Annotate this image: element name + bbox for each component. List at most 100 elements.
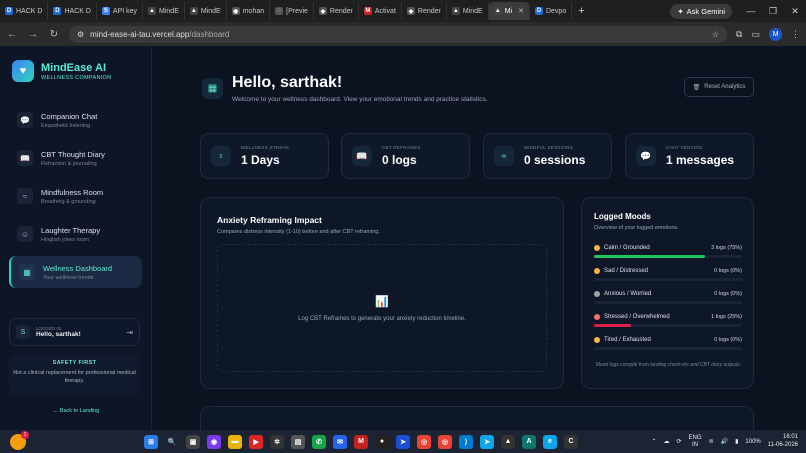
profile-avatar[interactable]: M bbox=[769, 27, 782, 41]
gmail-icon[interactable]: M bbox=[354, 434, 368, 449]
mood-bar-fill bbox=[594, 324, 631, 327]
nav-item-label: Companion Chat bbox=[41, 111, 98, 121]
settings-icon[interactable]: ✲ bbox=[270, 434, 284, 449]
page-subtitle: Welcome to your wellness dashboard. View… bbox=[232, 96, 488, 103]
stat-label: CBT REFRAMES bbox=[382, 145, 421, 150]
reload-icon[interactable]: ↻ bbox=[48, 29, 60, 40]
ask-gemini-label: Ask Gemini bbox=[686, 6, 725, 16]
menu-kebab-icon[interactable]: ⋮ bbox=[791, 29, 800, 40]
stat-icon: ♀ bbox=[211, 146, 231, 166]
mood-item: Stressed / Overwhelmed 1 logs (25%) bbox=[594, 314, 742, 327]
date: 11-06-2026 bbox=[767, 441, 798, 448]
app-a-icon[interactable]: A bbox=[522, 434, 536, 449]
logout-icon[interactable]: ⇥ bbox=[126, 328, 133, 337]
ask-gemini-button[interactable]: ✦ Ask Gemini bbox=[670, 3, 732, 19]
nav-item-sublabel: Your wellness trends bbox=[43, 274, 94, 281]
url-field[interactable]: ⚙ mind-ease-ai-tau.vercel.app/dashboard … bbox=[69, 25, 728, 43]
sidebar-item-laughter-therapy[interactable]: ☺ Laughter Therapy Hinglish jokes room bbox=[9, 218, 142, 250]
folder-icon[interactable]: ▤ bbox=[291, 434, 305, 449]
vercel-icon[interactable]: ▲ bbox=[501, 434, 515, 449]
chevron-up-icon[interactable]: ⌃ bbox=[651, 438, 656, 445]
restore-icon[interactable]: ❐ bbox=[762, 6, 784, 17]
minimize-icon[interactable]: — bbox=[740, 6, 762, 16]
browser-tab[interactable]: ▲ MindE bbox=[185, 2, 227, 20]
browser-tab[interactable]: ▲ Mi ✕ bbox=[488, 2, 530, 20]
close-tab-icon[interactable]: ✕ bbox=[518, 7, 524, 15]
start-icon[interactable]: ⊞ bbox=[144, 434, 158, 449]
moods-title: Logged Moods bbox=[594, 212, 651, 221]
browser-tab[interactable]: ▲ MindE bbox=[447, 2, 489, 20]
mood-count: 3 logs (75%) bbox=[711, 245, 742, 251]
tab-label: Render bbox=[329, 7, 353, 15]
mood-name: Tired / Exhausted bbox=[604, 337, 651, 343]
browser-tab[interactable]: ▲ MindE bbox=[143, 2, 185, 20]
vscode-icon[interactable]: ⟩ bbox=[459, 434, 473, 449]
clock[interactable]: 16:01 11-06-2026 bbox=[768, 434, 798, 448]
browser-tab[interactable]: D Devpo bbox=[530, 2, 573, 20]
chrome-profile-icon[interactable]: ◎ bbox=[438, 434, 452, 449]
sidebar-item-wellness-dashboard[interactable]: ▦ Wellness Dashboard Your wellness trends bbox=[9, 256, 142, 288]
time: 16:01 bbox=[782, 434, 798, 441]
browser-tab[interactable]: ◉ mohan bbox=[227, 2, 271, 20]
mood-bar-fill bbox=[594, 255, 705, 258]
mood-name: Stressed / Overwhelmed bbox=[604, 314, 670, 320]
weather-icon[interactable]: 1 bbox=[10, 430, 29, 450]
sidebar-item-mindfulness-room[interactable]: ≈ Mindfulness Room Breathing & grounding bbox=[9, 180, 142, 212]
browser-tab[interactable]: ◆ Render bbox=[402, 2, 447, 20]
mood-count: 1 logs (25%) bbox=[711, 314, 742, 320]
browser-tab[interactable]: ◌ [Previe bbox=[270, 2, 314, 20]
app-c-icon[interactable]: C bbox=[564, 434, 578, 449]
copilot-icon[interactable]: ◉ bbox=[207, 434, 221, 449]
back-to-landing-link[interactable]: ← Back to Landing bbox=[0, 408, 152, 414]
tab-favicon-icon: D bbox=[534, 7, 543, 15]
extensions-icon[interactable]: ⧉ bbox=[736, 29, 742, 40]
language-indicator[interactable]: ENG IN bbox=[689, 435, 702, 448]
nav-item-icon: 💬 bbox=[17, 112, 33, 128]
mood-name: Sad / Distressed bbox=[604, 268, 649, 274]
app-icon[interactable]: ● bbox=[375, 434, 389, 449]
nav-item-icon: ≈ bbox=[17, 188, 33, 204]
reset-analytics-button[interactable]: 🗑 Reset Analytics bbox=[684, 77, 754, 97]
sync-icon[interactable]: ⟳ bbox=[677, 438, 682, 445]
tab-label: Mi bbox=[504, 7, 513, 15]
task-view-icon[interactable]: ▣ bbox=[186, 434, 200, 449]
tab-label: [Previe bbox=[286, 7, 308, 15]
copilot-app-icon[interactable]: ➤ bbox=[396, 434, 410, 449]
whatsapp-icon[interactable]: ✆ bbox=[312, 434, 326, 449]
mood-count: 0 logs (0%) bbox=[714, 291, 742, 297]
brand[interactable]: ♥ MindEase AI WELLNESS COMPANION bbox=[12, 60, 111, 82]
brand-subtitle: WELLNESS COMPANION bbox=[41, 74, 112, 81]
mood-count: 0 logs (0%) bbox=[714, 268, 742, 274]
browser-tab[interactable]: ◆ Render bbox=[314, 2, 359, 20]
sidebar-item-companion-chat[interactable]: 💬 Companion Chat Empathetic listening bbox=[9, 104, 142, 136]
tab-favicon-icon: ▲ bbox=[451, 7, 460, 15]
forward-arrow-icon[interactable]: → bbox=[27, 29, 39, 40]
moods-subtitle: Overview of your logged emotions. bbox=[594, 225, 679, 231]
browser-tab[interactable]: M Activat bbox=[359, 2, 402, 20]
address-bar: ← → ↻ ⚙ mind-ease-ai-tau.vercel.app/dash… bbox=[0, 22, 806, 46]
new-tab-button[interactable]: + bbox=[572, 5, 590, 17]
battery-icon[interactable]: ▮ bbox=[735, 438, 738, 445]
edge-icon[interactable]: e bbox=[543, 434, 557, 449]
sidebar-item-cbt-thought-diary[interactable]: 📖 CBT Thought Diary Refraction & journalin… bbox=[9, 142, 142, 174]
site-info-icon[interactable]: ⚙ bbox=[77, 30, 84, 39]
browser-tab[interactable]: D HACK D bbox=[48, 2, 97, 20]
volume-icon[interactable]: 🔊 bbox=[721, 438, 728, 445]
anxiety-subtitle: Compares distress intensity (1-10) befor… bbox=[217, 229, 380, 235]
browser-tab[interactable]: D HACK D bbox=[0, 2, 49, 20]
stat-label: WELLNESS STREAK bbox=[241, 145, 290, 150]
chrome-icon[interactable]: ◎ bbox=[417, 434, 431, 449]
cloud-icon[interactable]: ☁ bbox=[664, 438, 670, 445]
telegram-icon[interactable]: ➤ bbox=[480, 434, 494, 449]
mood-item: Sad / Distressed 0 logs (0%) bbox=[594, 268, 742, 281]
mail-icon[interactable]: ✉ bbox=[333, 434, 347, 449]
back-arrow-icon[interactable]: ← bbox=[6, 29, 18, 40]
search-icon[interactable]: 🔍 bbox=[165, 435, 179, 449]
wifi-icon[interactable]: ≋ bbox=[709, 438, 714, 445]
close-window-icon[interactable]: ✕ bbox=[784, 6, 806, 17]
panel-icon[interactable]: ▭ bbox=[751, 29, 760, 40]
file-explorer-icon[interactable]: ▬ bbox=[228, 434, 242, 449]
youtube-icon[interactable]: ▶ bbox=[249, 434, 263, 449]
bookmark-star-icon[interactable]: ☆ bbox=[712, 30, 719, 39]
browser-tab[interactable]: S API key bbox=[97, 2, 144, 20]
